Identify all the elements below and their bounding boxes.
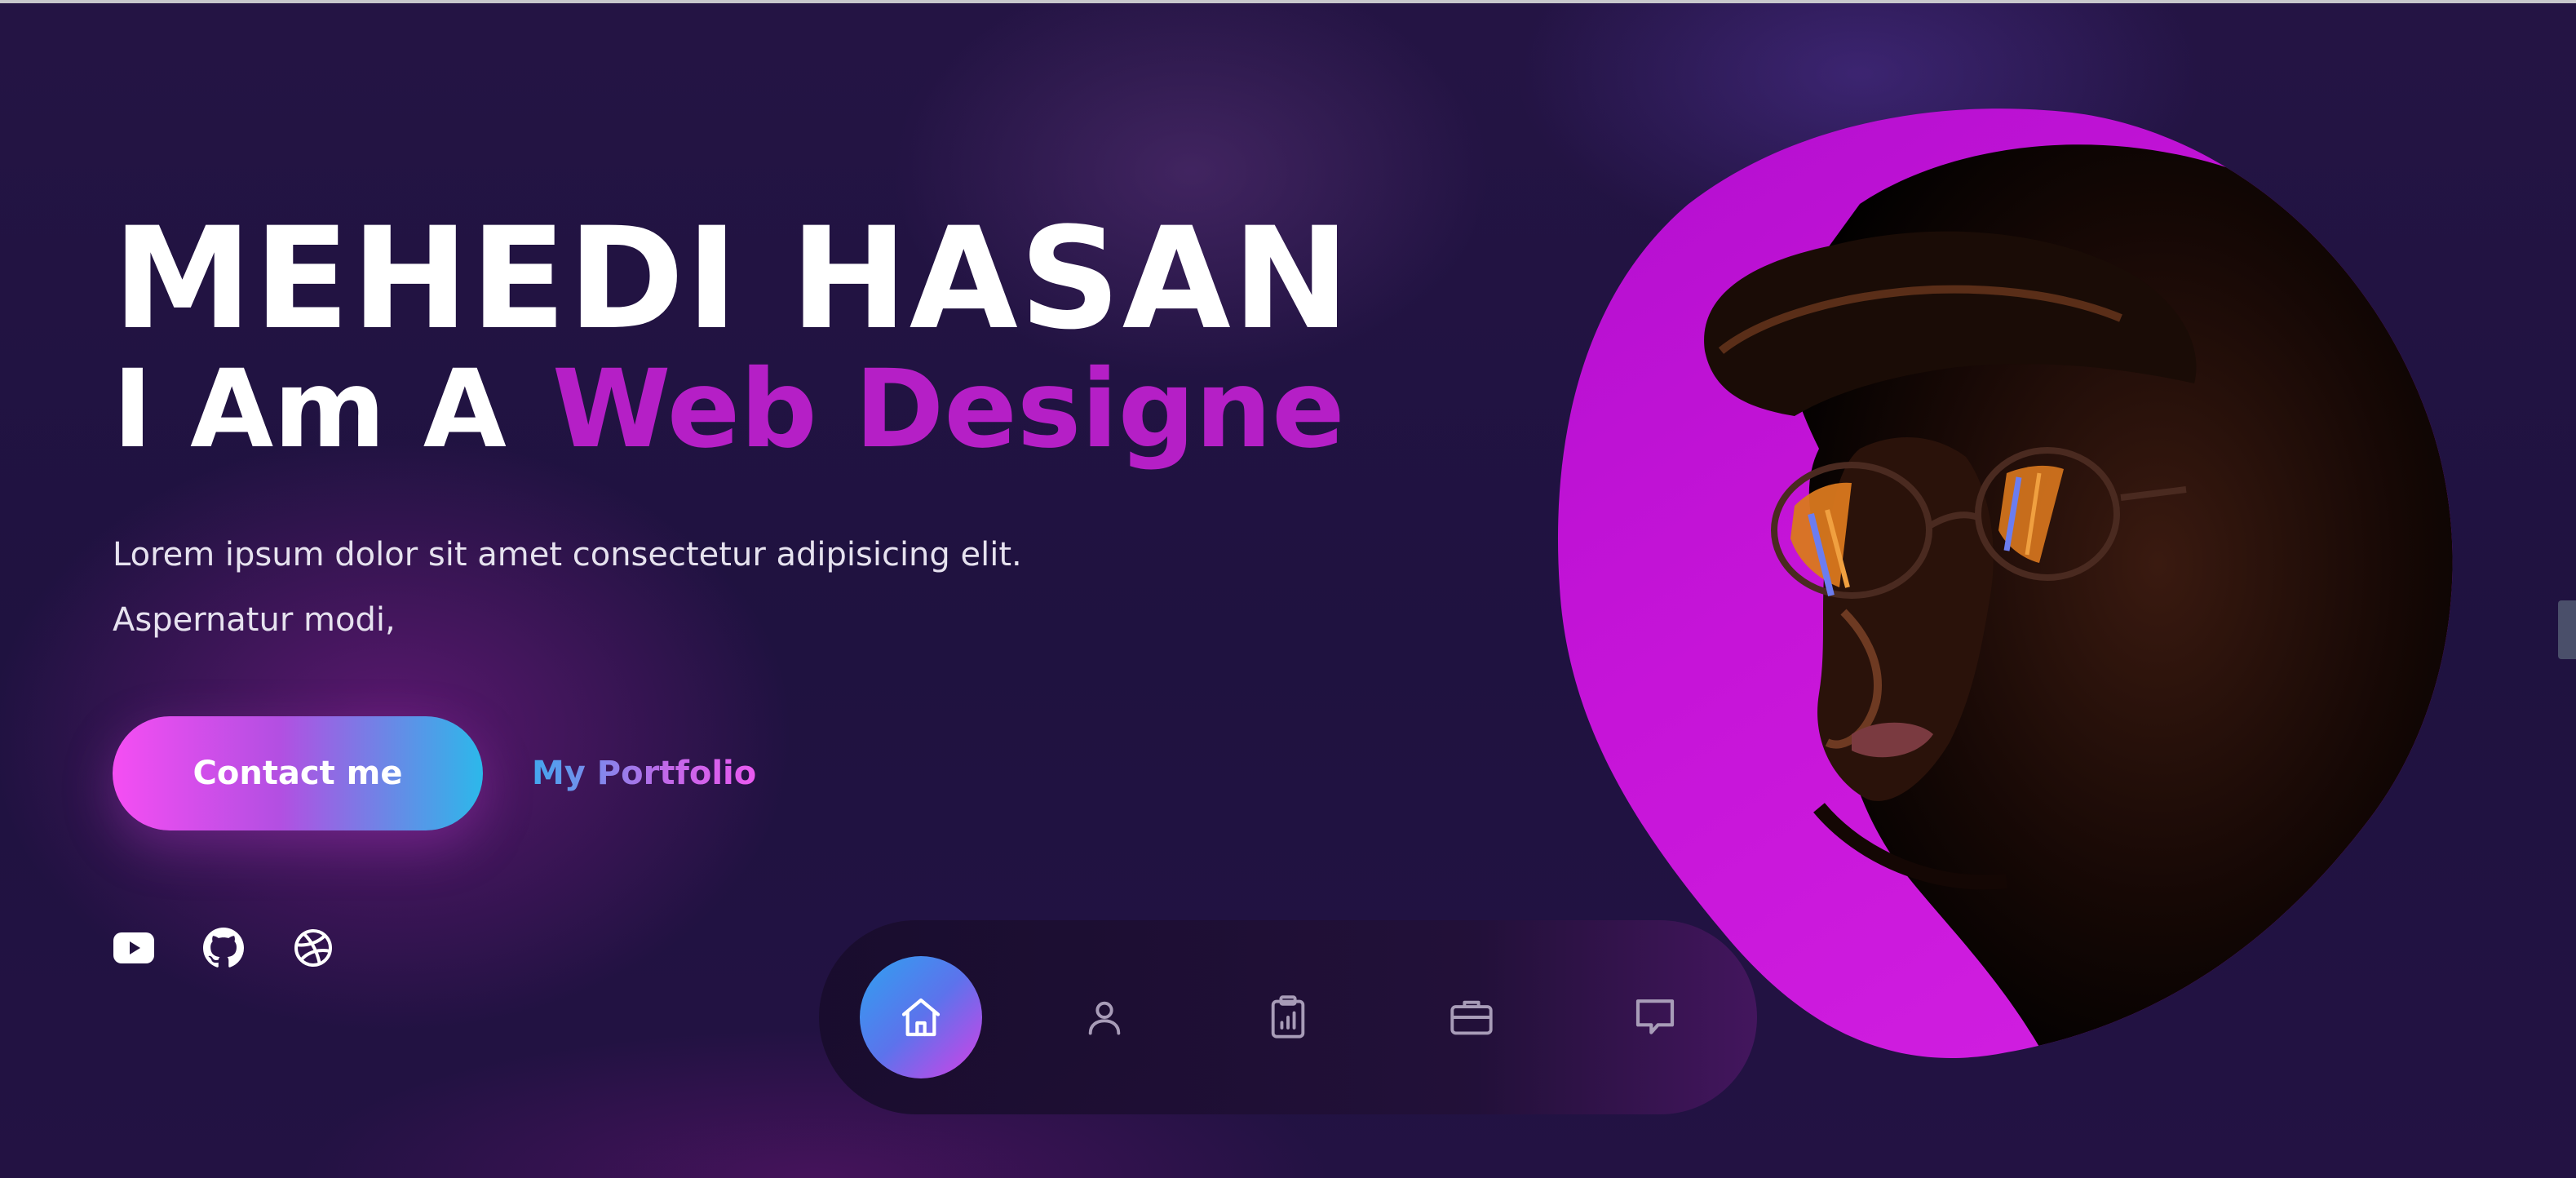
browser-top-edge [0,0,2576,3]
github-icon [203,928,244,968]
contact-me-button[interactable]: Contact me [113,716,483,830]
nav-item-contact[interactable] [1594,956,1716,1078]
chat-icon [1635,999,1675,1034]
home-icon [901,998,941,1037]
hero-subtitle-prefix: I Am A [113,347,507,472]
nav-item-skills[interactable] [1227,956,1349,1078]
github-link[interactable] [202,927,245,969]
my-portfolio-link[interactable]: My Portfolio [532,749,756,798]
nav-item-home[interactable] [860,956,982,1078]
hero-typed-role: Web Designe [551,347,1345,472]
youtube-link[interactable] [113,927,155,969]
nav-item-portfolio[interactable] [1410,956,1533,1078]
hero-subtitle: I Am A Web Designe [113,344,1345,475]
nav-item-about[interactable] [1043,956,1166,1078]
side-scroll-tab[interactable] [2558,600,2576,659]
hero-description: Lorem ipsum dolor sit amet consectetur a… [113,536,1022,639]
clipboard-chart-icon [1271,995,1305,1038]
briefcase-icon [1450,1000,1493,1035]
dribbble-link[interactable] [292,927,334,969]
bottom-navigation [819,920,1757,1114]
dribbble-icon [294,929,332,967]
hero-name: MEHEDI HASAN [113,197,1352,361]
youtube-icon [113,932,154,963]
user-icon [1088,1001,1121,1035]
